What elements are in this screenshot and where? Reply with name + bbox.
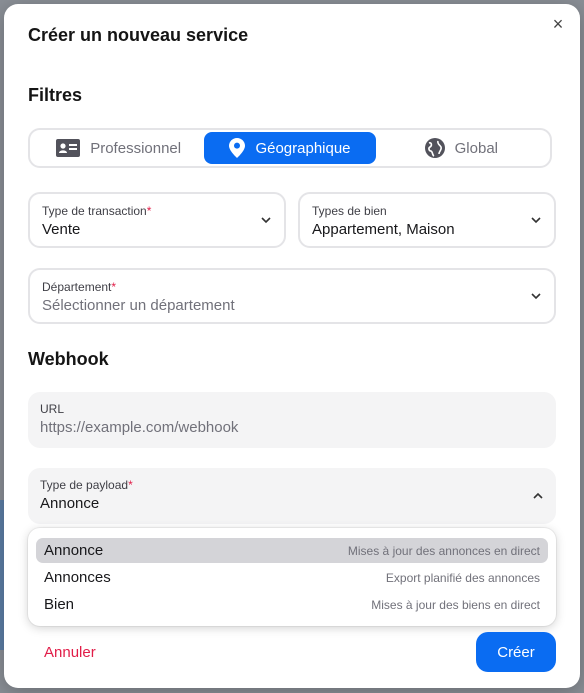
option-annonce[interactable]: Annonce Mises à jour des annonces en dir… bbox=[36, 538, 548, 563]
required-mark: * bbox=[128, 478, 133, 492]
id-card-icon bbox=[56, 139, 81, 157]
tab-professionnel[interactable]: Professionnel bbox=[33, 132, 204, 164]
filters-section-title: Filtres bbox=[28, 85, 83, 105]
tab-geographique-label: Géographique bbox=[255, 139, 351, 157]
tab-global-label: Global bbox=[454, 139, 498, 157]
payload-type-label-text: Type de payload bbox=[40, 478, 129, 492]
filter-type-segmented-control: Professionnel Géographique Global bbox=[28, 128, 552, 168]
property-types-value: Appartement, Maison bbox=[312, 221, 455, 238]
payload-type-dropdown: Annonce Mises à jour des annonces en dir… bbox=[28, 528, 556, 626]
close-icon[interactable]: × bbox=[548, 14, 568, 34]
map-pin-icon bbox=[229, 138, 246, 158]
webhook-url-field[interactable]: URL https://example.com/webhook bbox=[28, 392, 556, 448]
chevron-down-icon bbox=[531, 217, 541, 224]
transaction-type-label-text: Type de transaction bbox=[42, 204, 147, 218]
chevron-down-icon bbox=[261, 217, 271, 224]
option-description: Mises à jour des biens en direct bbox=[371, 597, 540, 612]
modal-title: Créer un nouveau service bbox=[28, 25, 249, 45]
property-types-label: Types de bien bbox=[312, 204, 387, 218]
option-label: Bien bbox=[44, 596, 75, 613]
required-mark: * bbox=[111, 280, 117, 294]
department-select[interactable]: Département* Sélectionner un département bbox=[28, 268, 556, 324]
url-placeholder: https://example.com/webhook bbox=[40, 419, 239, 436]
department-label: Département* bbox=[42, 280, 116, 294]
globe-icon bbox=[424, 138, 445, 158]
chevron-down-icon bbox=[531, 293, 541, 300]
option-bien[interactable]: Bien Mises à jour des biens en direct bbox=[36, 592, 548, 617]
payload-type-select[interactable]: Type de payload* Annonce bbox=[28, 468, 556, 524]
payload-type-label: Type de payload* bbox=[40, 478, 133, 492]
transaction-type-label: Type de transaction* bbox=[42, 204, 151, 218]
tab-global[interactable]: Global bbox=[376, 132, 547, 164]
cancel-button[interactable]: Annuler bbox=[44, 644, 96, 661]
transaction-type-value: Vente bbox=[42, 221, 81, 238]
property-types-select[interactable]: Types de bien Appartement, Maison bbox=[298, 192, 556, 248]
department-placeholder: Sélectionner un département bbox=[42, 297, 235, 314]
webhook-section-title: Webhook bbox=[28, 349, 109, 369]
department-label-text: Département bbox=[42, 280, 112, 294]
chevron-up-icon bbox=[533, 492, 543, 499]
create-service-modal: Créer un nouveau service × Filtres Profe… bbox=[4, 4, 580, 688]
option-description: Export planifié des annonces bbox=[385, 570, 540, 585]
tab-geographique[interactable]: Géographique bbox=[204, 132, 376, 164]
option-description: Mises à jour des annonces en direct bbox=[347, 543, 540, 558]
url-label: URL bbox=[40, 402, 65, 416]
tab-professionnel-label: Professionnel bbox=[90, 139, 182, 157]
option-label: Annonces bbox=[44, 569, 111, 586]
transaction-type-select[interactable]: Type de transaction* Vente bbox=[28, 192, 286, 248]
payload-type-value: Annonce bbox=[40, 495, 100, 512]
create-button[interactable]: Créer bbox=[476, 632, 556, 672]
option-label: Annonce bbox=[44, 542, 104, 559]
required-mark: * bbox=[146, 204, 152, 218]
option-annonces[interactable]: Annonces Export planifié des annonces bbox=[36, 565, 548, 590]
